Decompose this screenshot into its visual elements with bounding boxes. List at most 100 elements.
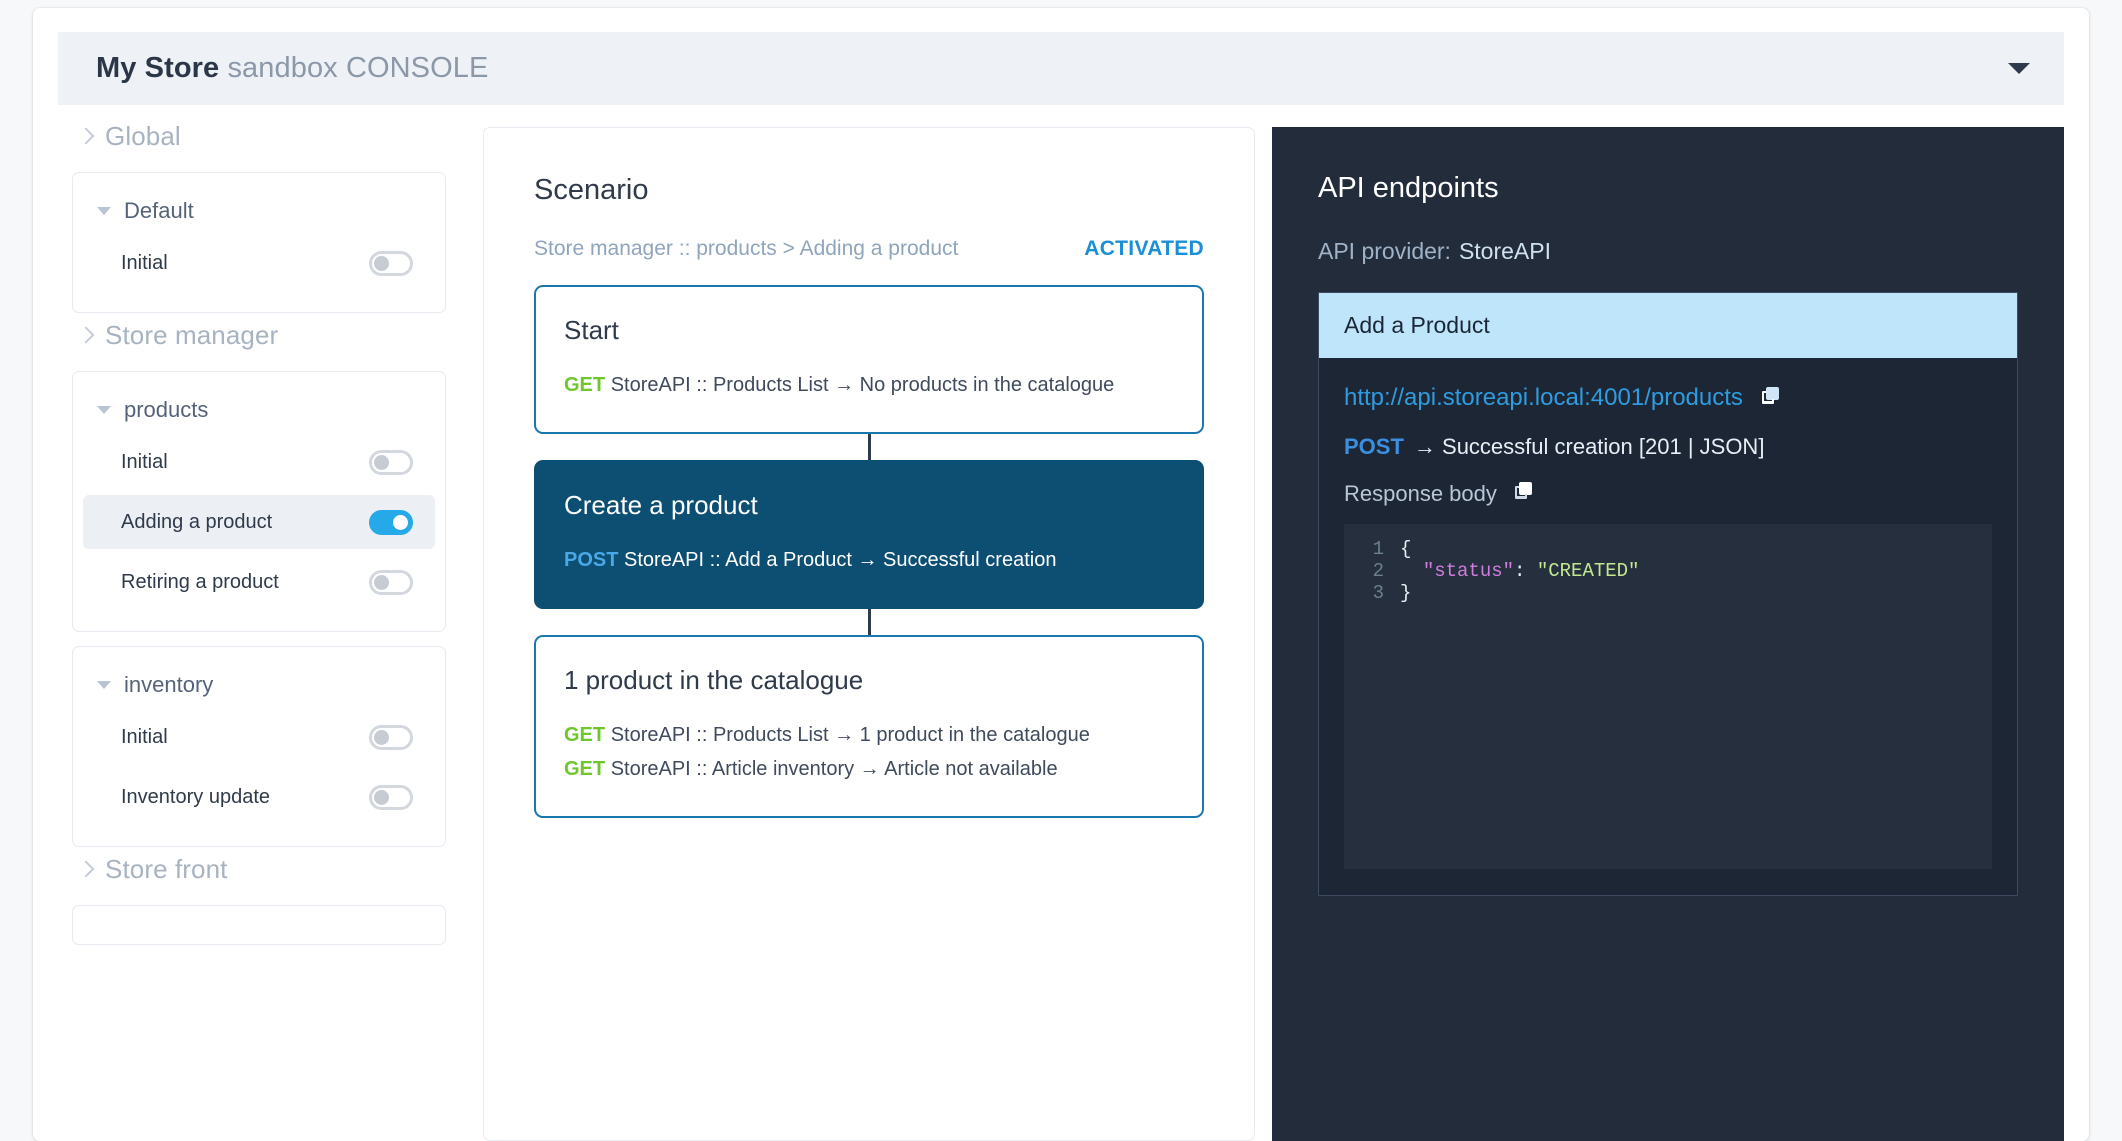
- sidebar-group-label: inventory: [124, 672, 214, 697]
- endpoint-box: Add a Product http://api.storeapi.local:…: [1318, 292, 2018, 896]
- line-number: 3: [1372, 582, 1384, 604]
- sidebar-section-global[interactable]: Global: [58, 114, 478, 158]
- code-token-colon: :: [1514, 560, 1537, 582]
- chevron-down-icon: [97, 406, 111, 414]
- sidebar-item-label: Initial: [121, 725, 168, 748]
- brand-name: My Store: [96, 52, 220, 84]
- api-endpoints-heading: API endpoints: [1318, 172, 1499, 204]
- toggle-knob: [374, 255, 389, 271]
- sidebar-item-label: Adding a product: [121, 510, 273, 533]
- request-verb: POST: [564, 549, 619, 571]
- sidebar-section-label: Store manager: [105, 319, 279, 350]
- chevron-right-icon: [77, 326, 95, 343]
- step-connector: [867, 609, 871, 635]
- sidebar-section-label: Global: [105, 120, 181, 151]
- step-title: Create a product: [564, 490, 758, 520]
- scenario-toggle[interactable]: [369, 784, 413, 810]
- code-token-punct: {: [1400, 538, 1412, 560]
- scenario-toggle[interactable]: [369, 250, 413, 276]
- step-title: Start: [564, 315, 619, 345]
- code-line: 1{: [1344, 538, 1992, 560]
- scenario-heading: Scenario: [534, 174, 649, 206]
- sidebar-item-label: Retiring a product: [121, 570, 279, 593]
- sidebar-item-adding-a-product[interactable]: Adding a product: [83, 495, 435, 549]
- request-text: StoreAPI :: Article inventory → Article …: [610, 758, 1058, 780]
- code-token-string: "CREATED": [1536, 560, 1640, 582]
- sidebar-group-label: Default: [124, 198, 194, 223]
- request-text: StoreAPI :: Products List → 1 product in…: [610, 724, 1090, 746]
- code-token-key: "status": [1422, 560, 1515, 582]
- scenario-toggle[interactable]: [369, 569, 413, 595]
- toggle-knob: [374, 574, 389, 590]
- sidebar-group-inventory: inventory Initial Inventory update: [72, 646, 446, 847]
- scenario-step-card[interactable]: Create a productPOST StoreAPI :: Add a P…: [534, 460, 1204, 609]
- code-token-punct: [1400, 560, 1423, 582]
- scenario-toggle[interactable]: [369, 724, 413, 750]
- sidebar: Global Default Initial Store manager product…: [58, 114, 478, 1141]
- response-body-label: Response body: [1344, 481, 1497, 506]
- sidebar-item-label: Initial: [121, 450, 168, 473]
- step-connector: [867, 434, 871, 460]
- toggle-knob: [374, 729, 389, 745]
- request-verb: GET: [564, 374, 606, 396]
- request-verb: GET: [564, 758, 606, 780]
- response-code-block[interactable]: 1{2 "status": "CREATED" 3}: [1344, 524, 1992, 869]
- scenario-panel: Scenario Store manager :: products > Add…: [483, 127, 1255, 1141]
- scenario-toggle[interactable]: [369, 509, 413, 535]
- method-verb: POST: [1344, 434, 1404, 459]
- method-result: → Successful creation [201 | JSON]: [1413, 434, 1765, 459]
- step-title: 1 product in the catalogue: [564, 665, 864, 695]
- sidebar-item-label: Initial: [121, 251, 168, 274]
- sidebar-item-retiring-a-product[interactable]: Retiring a product: [83, 555, 435, 609]
- body-area: Global Default Initial Store manager product…: [33, 114, 2089, 1141]
- code-token-punct: }: [1400, 582, 1412, 604]
- api-endpoints-panel: API endpoints API provider: StoreAPI Add …: [1272, 127, 2064, 1141]
- scenario-step-card[interactable]: 1 product in the catalogue GET StoreAPI :…: [534, 635, 1204, 818]
- code-line: 2 "status": "CREATED": [1344, 560, 1992, 582]
- chevron-down-icon: [97, 681, 111, 689]
- copy-icon[interactable]: [1759, 385, 1781, 412]
- sidebar-group-products: products Initial Adding a product Retiring …: [72, 371, 446, 632]
- chevron-down-icon: [97, 207, 111, 215]
- api-provider-row: API provider: StoreAPI: [1318, 238, 2018, 265]
- code-line: 3}: [1344, 582, 1992, 604]
- request-text: StoreAPI :: Add a Product → Successful c…: [624, 549, 1057, 571]
- page-title: My Store sandbox CONSOLE: [96, 52, 488, 85]
- line-number: 2: [1372, 560, 1384, 582]
- chevron-down-icon[interactable]: [2008, 63, 2030, 74]
- sidebar-section-store-front[interactable]: Store front: [58, 847, 478, 891]
- title-suffix: sandbox CONSOLE: [219, 52, 489, 84]
- copy-icon[interactable]: [1512, 480, 1534, 508]
- chevron-right-icon: [77, 127, 95, 144]
- sidebar-group-header[interactable]: Default: [73, 192, 445, 230]
- status-badge: ACTIVATED: [1084, 237, 1204, 260]
- toggle-knob: [374, 789, 389, 805]
- sidebar-section-label: Store front: [105, 853, 228, 884]
- sidebar-group-collapsed: [72, 905, 446, 945]
- scenario-toggle[interactable]: [369, 449, 413, 475]
- api-provider-label: API provider:: [1318, 238, 1451, 264]
- sidebar-group-label: products: [124, 397, 209, 422]
- sidebar-item-initial[interactable]: Initial: [83, 236, 435, 290]
- sidebar-item-initial[interactable]: Initial: [83, 435, 435, 489]
- endpoint-method-row: POST → Successful creation [201 | JSON]: [1344, 434, 1992, 460]
- sidebar-item-inventory-update[interactable]: Inventory update: [83, 770, 435, 824]
- step-request-line: POST StoreAPI :: Add a Product → Success…: [564, 543, 1174, 577]
- endpoint-url-row: http://api.storeapi.local:4001/products: [1344, 384, 1992, 412]
- endpoint-body: http://api.storeapi.local:4001/products …: [1319, 358, 2017, 895]
- scenario-step-card[interactable]: StartGET StoreAPI :: Products List → No …: [534, 285, 1204, 434]
- sidebar-group-default: Default Initial: [72, 172, 446, 313]
- sidebar-item-label: Inventory update: [121, 785, 270, 808]
- endpoint-header[interactable]: Add a Product: [1319, 293, 2017, 358]
- sidebar-item-initial[interactable]: Initial: [83, 710, 435, 764]
- sidebar-group-header[interactable]: products: [73, 391, 445, 429]
- request-verb: GET: [564, 724, 606, 746]
- sidebar-group-header[interactable]: inventory: [73, 666, 445, 704]
- request-text: StoreAPI :: Products List → No products …: [610, 374, 1115, 396]
- endpoint-url-link[interactable]: http://api.storeapi.local:4001/products: [1344, 384, 1743, 412]
- app-window: My Store sandbox CONSOLE Global Default In…: [33, 8, 2089, 1141]
- toggle-knob: [393, 514, 408, 530]
- sidebar-section-store-manager[interactable]: Store manager: [58, 313, 478, 357]
- scenario-subheader: Store manager :: products > Adding a pro…: [534, 237, 1204, 261]
- scenario-steps: StartGET StoreAPI :: Products List → No …: [534, 285, 1204, 818]
